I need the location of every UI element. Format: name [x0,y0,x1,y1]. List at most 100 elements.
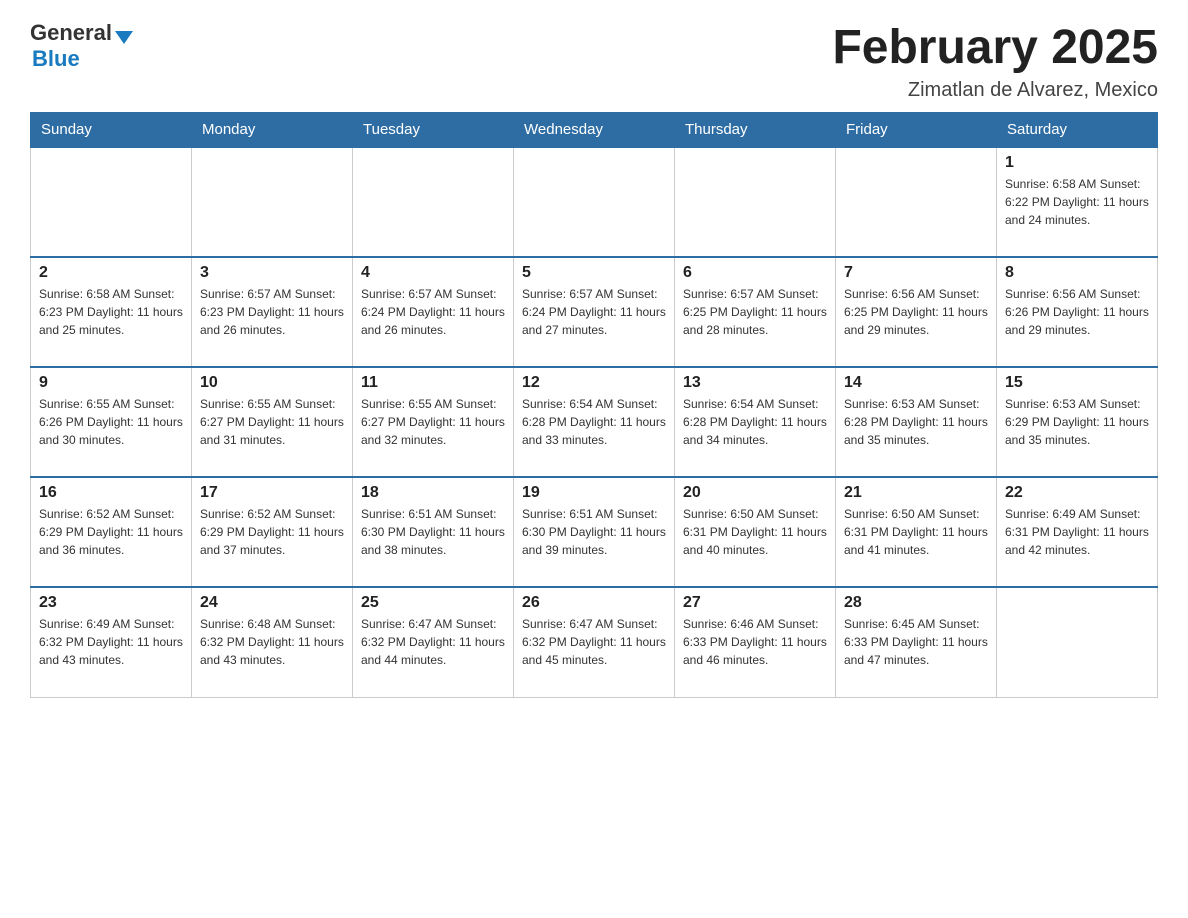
calendar-cell: 15 Sunrise: 6:53 AM Sunset: 6:29 PM Dayli… [997,367,1158,477]
day-info: Sunrise: 6:58 AM Sunset: 6:23 PM Dayligh… [39,285,183,339]
day-number: 28 [844,594,988,612]
day-number: 6 [683,264,827,282]
day-number: 4 [361,264,505,282]
day-info: Sunrise: 6:55 AM Sunset: 6:27 PM Dayligh… [200,395,344,449]
day-number: 26 [522,594,666,612]
calendar-cell: 17Sunrise: 6:52 AM Sunset: 6:29 PM Dayli… [192,477,353,587]
day-number: 25 [361,594,505,612]
calendar-cell: 14 Sunrise: 6:53 AM Sunset: 6:28 PM Dayli… [836,367,997,477]
day-info: Sunrise: 6:46 AM Sunset: 6:33 PM Dayligh… [683,615,827,669]
weekday-header-sunday: Sunday [31,113,192,148]
day-info: Sunrise: 6:49 AM Sunset: 6:32 PM Dayligh… [39,615,183,669]
day-number: 10 [200,374,344,392]
calendar-cell: 23 Sunrise: 6:49 AM Sunset: 6:32 PM Dayli… [31,587,192,697]
calendar-cell: 11Sunrise: 6:55 AM Sunset: 6:27 PM Dayli… [353,367,514,477]
day-info: Sunrise: 6:55 AM Sunset: 6:27 PM Dayligh… [361,395,505,449]
weekday-header-wednesday: Wednesday [514,113,675,148]
day-number: 20 [683,484,827,502]
day-number: 8 [1005,264,1149,282]
calendar-cell: 20 Sunrise: 6:50 AM Sunset: 6:31 PM Dayli… [675,477,836,587]
calendar-cell: 5 Sunrise: 6:57 AM Sunset: 6:24 PM Daylig… [514,257,675,367]
calendar-cell [353,147,514,257]
day-number: 18 [361,484,505,502]
day-number: 7 [844,264,988,282]
logo-arrow-icon [115,31,133,44]
calendar-week-row: 16 Sunrise: 6:52 AM Sunset: 6:29 PM Dayli… [31,477,1158,587]
day-info: Sunrise: 6:51 AM Sunset: 6:30 PM Dayligh… [361,505,505,559]
weekday-header-row: SundayMondayTuesdayWednesdayThursdayFrid… [31,113,1158,148]
day-info: Sunrise: 6:49 AM Sunset: 6:31 PM Dayligh… [1005,505,1149,559]
day-number: 24 [200,594,344,612]
page-header: General Blue February 2025 Zimatlan de A… [30,20,1158,102]
calendar-cell: 18 Sunrise: 6:51 AM Sunset: 6:30 PM Dayli… [353,477,514,587]
calendar-cell [836,147,997,257]
calendar-cell: 24 Sunrise: 6:48 AM Sunset: 6:32 PM Dayli… [192,587,353,697]
day-info: Sunrise: 6:58 AM Sunset: 6:22 PM Dayligh… [1005,175,1149,229]
calendar-cell: 22 Sunrise: 6:49 AM Sunset: 6:31 PM Dayli… [997,477,1158,587]
day-info: Sunrise: 6:45 AM Sunset: 6:33 PM Dayligh… [844,615,988,669]
day-info: Sunrise: 6:50 AM Sunset: 6:31 PM Dayligh… [844,505,988,559]
day-info: Sunrise: 6:57 AM Sunset: 6:23 PM Dayligh… [200,285,344,339]
calendar-cell: 16 Sunrise: 6:52 AM Sunset: 6:29 PM Dayli… [31,477,192,587]
calendar-cell: 8 Sunrise: 6:56 AM Sunset: 6:26 PM Daylig… [997,257,1158,367]
logo: General Blue [30,20,133,72]
day-number: 15 [1005,374,1149,392]
calendar-cell: 26 Sunrise: 6:47 AM Sunset: 6:32 PM Dayli… [514,587,675,697]
calendar-cell [997,587,1158,697]
day-number: 3 [200,264,344,282]
day-info: Sunrise: 6:56 AM Sunset: 6:26 PM Dayligh… [1005,285,1149,339]
calendar-week-row: 23 Sunrise: 6:49 AM Sunset: 6:32 PM Dayli… [31,587,1158,697]
day-number: 12 [522,374,666,392]
day-number: 23 [39,594,183,612]
location-subtitle: Zimatlan de Alvarez, Mexico [832,79,1158,102]
day-info: Sunrise: 6:56 AM Sunset: 6:25 PM Dayligh… [844,285,988,339]
calendar-week-row: 1Sunrise: 6:58 AM Sunset: 6:22 PM Daylig… [31,147,1158,257]
calendar-cell: 13 Sunrise: 6:54 AM Sunset: 6:28 PM Dayli… [675,367,836,477]
calendar-cell: 25 Sunrise: 6:47 AM Sunset: 6:32 PM Dayli… [353,587,514,697]
day-info: Sunrise: 6:50 AM Sunset: 6:31 PM Dayligh… [683,505,827,559]
title-section: February 2025 Zimatlan de Alvarez, Mexic… [832,20,1158,102]
calendar-cell: 7 Sunrise: 6:56 AM Sunset: 6:25 PM Daylig… [836,257,997,367]
calendar-cell: 3 Sunrise: 6:57 AM Sunset: 6:23 PM Daylig… [192,257,353,367]
day-info: Sunrise: 6:57 AM Sunset: 6:25 PM Dayligh… [683,285,827,339]
calendar-cell: 9 Sunrise: 6:55 AM Sunset: 6:26 PM Daylig… [31,367,192,477]
day-number: 5 [522,264,666,282]
calendar-cell: 4 Sunrise: 6:57 AM Sunset: 6:24 PM Daylig… [353,257,514,367]
day-number: 27 [683,594,827,612]
day-info: Sunrise: 6:57 AM Sunset: 6:24 PM Dayligh… [361,285,505,339]
logo-blue-text: Blue [32,46,80,72]
calendar-cell: 1Sunrise: 6:58 AM Sunset: 6:22 PM Daylig… [997,147,1158,257]
day-number: 16 [39,484,183,502]
calendar-cell: 6 Sunrise: 6:57 AM Sunset: 6:25 PM Daylig… [675,257,836,367]
weekday-header-monday: Monday [192,113,353,148]
calendar-table: SundayMondayTuesdayWednesdayThursdayFrid… [30,112,1158,698]
weekday-header-friday: Friday [836,113,997,148]
day-info: Sunrise: 6:54 AM Sunset: 6:28 PM Dayligh… [683,395,827,449]
day-info: Sunrise: 6:52 AM Sunset: 6:29 PM Dayligh… [39,505,183,559]
calendar-cell: 12 Sunrise: 6:54 AM Sunset: 6:28 PM Dayli… [514,367,675,477]
day-info: Sunrise: 6:55 AM Sunset: 6:26 PM Dayligh… [39,395,183,449]
logo-general-text: General [30,20,112,46]
day-info: Sunrise: 6:53 AM Sunset: 6:28 PM Dayligh… [844,395,988,449]
weekday-header-saturday: Saturday [997,113,1158,148]
day-number: 22 [1005,484,1149,502]
day-number: 14 [844,374,988,392]
day-info: Sunrise: 6:47 AM Sunset: 6:32 PM Dayligh… [361,615,505,669]
day-info: Sunrise: 6:48 AM Sunset: 6:32 PM Dayligh… [200,615,344,669]
calendar-cell: 27 Sunrise: 6:46 AM Sunset: 6:33 PM Dayli… [675,587,836,697]
calendar-week-row: 2 Sunrise: 6:58 AM Sunset: 6:23 PM Daylig… [31,257,1158,367]
day-info: Sunrise: 6:47 AM Sunset: 6:32 PM Dayligh… [522,615,666,669]
calendar-cell: 28 Sunrise: 6:45 AM Sunset: 6:33 PM Dayli… [836,587,997,697]
calendar-title: February 2025 [832,20,1158,75]
calendar-cell: 21Sunrise: 6:50 AM Sunset: 6:31 PM Dayli… [836,477,997,587]
day-number: 13 [683,374,827,392]
day-number: 2 [39,264,183,282]
day-info: Sunrise: 6:53 AM Sunset: 6:29 PM Dayligh… [1005,395,1149,449]
calendar-cell: 10 Sunrise: 6:55 AM Sunset: 6:27 PM Dayli… [192,367,353,477]
day-info: Sunrise: 6:57 AM Sunset: 6:24 PM Dayligh… [522,285,666,339]
day-number: 9 [39,374,183,392]
calendar-cell: 2 Sunrise: 6:58 AM Sunset: 6:23 PM Daylig… [31,257,192,367]
day-info: Sunrise: 6:54 AM Sunset: 6:28 PM Dayligh… [522,395,666,449]
calendar-week-row: 9 Sunrise: 6:55 AM Sunset: 6:26 PM Daylig… [31,367,1158,477]
calendar-cell [675,147,836,257]
